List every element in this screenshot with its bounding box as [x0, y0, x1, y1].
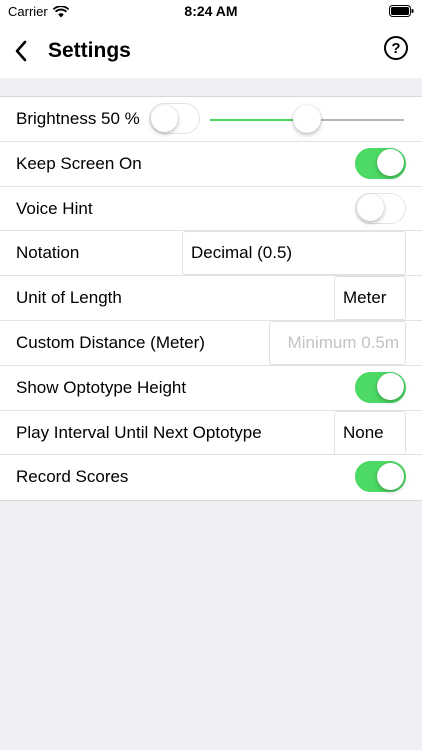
record-scores-label: Record Scores	[16, 467, 129, 487]
unit-of-length-row: Unit of Length Meter	[0, 276, 422, 321]
brightness-row: Brightness 50 %	[0, 97, 422, 142]
toggle-knob	[377, 373, 404, 401]
settings-list: Brightness 50 % Keep Screen On Voice Hin…	[0, 96, 422, 502]
unit-of-length-field[interactable]: Meter	[334, 276, 406, 321]
show-optotype-height-toggle[interactable]	[355, 371, 406, 403]
question-circle-icon: ?	[391, 39, 401, 57]
toggle-knob	[377, 149, 404, 177]
custom-distance-row: Custom Distance (Meter) Minimum 0.5m	[0, 320, 422, 366]
keep-screen-on-label: Keep Screen On	[16, 153, 142, 173]
toggle-knob	[377, 462, 404, 490]
play-interval-row: Play Interval Until Next Optotype None	[0, 410, 422, 456]
navigation-bar: Settings ?	[0, 24, 422, 78]
brightness-toggle[interactable]	[149, 103, 200, 134]
show-optotype-height-label: Show Optotype Height	[16, 377, 187, 397]
status-time: 8:24 AM	[184, 3, 238, 19]
battery-icon	[389, 5, 414, 17]
keep-screen-on-row: Keep Screen On	[0, 142, 422, 187]
show-optotype-height-row: Show Optotype Height	[0, 366, 422, 411]
unit-of-length-label: Unit of Length	[16, 288, 122, 308]
brightness-label: Brightness 50 %	[16, 109, 140, 128]
custom-distance-input[interactable]: Minimum 0.5m	[269, 320, 406, 365]
chevron-left-icon	[15, 40, 27, 62]
brightness-slider[interactable]	[210, 105, 404, 133]
help-button[interactable]: ?	[384, 36, 408, 60]
keep-screen-on-toggle[interactable]	[355, 147, 406, 179]
notation-field[interactable]: Decimal (0.5)	[182, 231, 406, 276]
back-button[interactable]	[6, 36, 36, 66]
voice-hint-label: Voice Hint	[16, 198, 93, 218]
page-title: Settings	[48, 39, 131, 62]
voice-hint-row: Voice Hint	[0, 187, 422, 232]
record-scores-row: Record Scores	[0, 455, 422, 500]
toggle-knob	[356, 194, 384, 222]
notation-label: Notation	[16, 243, 80, 263]
play-interval-field[interactable]: None	[334, 410, 406, 455]
toggle-knob	[150, 104, 178, 132]
voice-hint-toggle[interactable]	[355, 192, 406, 224]
record-scores-toggle[interactable]	[355, 461, 406, 493]
status-bar: Carrier 8:24 AM	[0, 0, 422, 24]
notation-row: Notation Decimal (0.5)	[0, 231, 422, 277]
custom-distance-label: Custom Distance (Meter)	[16, 332, 205, 352]
slider-thumb[interactable]	[293, 105, 321, 133]
play-interval-label: Play Interval Until Next Optotype	[16, 422, 262, 442]
